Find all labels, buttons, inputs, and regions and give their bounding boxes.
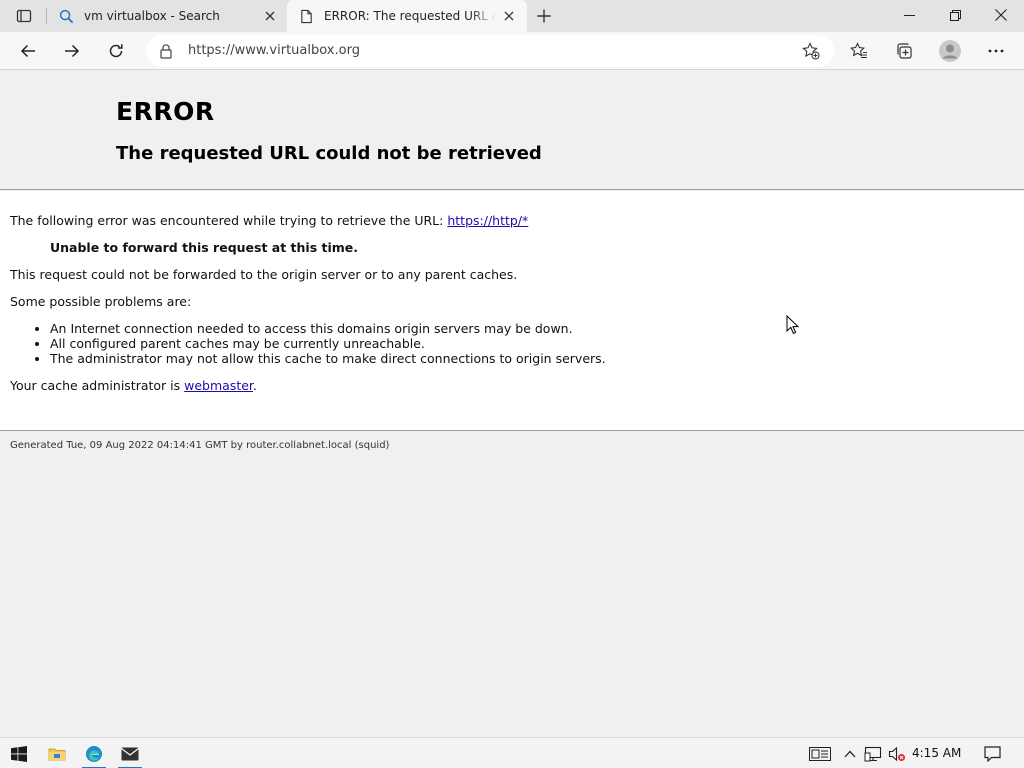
intro-text: The following error was encountered whil…: [10, 213, 448, 228]
back-button[interactable]: [12, 35, 44, 67]
edge-icon: [86, 745, 102, 762]
refresh-button[interactable]: [100, 35, 132, 67]
admin-line: Your cache administrator is webmaster.: [10, 378, 257, 393]
new-tab-button[interactable]: [533, 4, 555, 28]
minimize-button[interactable]: [886, 0, 932, 30]
close-window-button[interactable]: [978, 0, 1024, 30]
forward-text: This request could not be forwarded to t…: [10, 267, 518, 282]
favorites-icon: [850, 42, 867, 59]
forward-arrow-icon: [65, 44, 80, 58]
list-item: An Internet connection needed to access …: [50, 321, 606, 336]
admin-text: Your cache administrator is: [10, 378, 185, 393]
address-url[interactable]: https://www.virtualbox.org: [188, 35, 360, 67]
tab-title: ERROR: The requested URL could not be re…: [324, 9, 496, 23]
notification-icon: [983, 745, 1001, 762]
list-item: The administrator may not allow this cac…: [50, 351, 606, 366]
input-indicator-icon: [809, 746, 831, 761]
close-tab-icon[interactable]: [262, 8, 278, 24]
error-body: The following error was encountered whil…: [0, 191, 1024, 431]
page-title: ERROR: [116, 97, 215, 126]
webmaster-link[interactable]: webmaster: [184, 378, 253, 393]
settings-more-button[interactable]: [980, 35, 1012, 67]
edge-taskbar-button[interactable]: [78, 738, 110, 768]
add-favorite-icon[interactable]: [802, 42, 820, 60]
error-message: Unable to forward this request at this t…: [50, 240, 359, 255]
mouse-cursor-icon: [786, 315, 800, 335]
network-button[interactable]: [862, 738, 884, 768]
restore-button[interactable]: [932, 0, 978, 30]
close-icon: [995, 9, 1007, 21]
favorites-button[interactable]: [843, 35, 875, 67]
system-clock[interactable]: 4:15 AM: [912, 738, 961, 768]
show-hidden-icons-button[interactable]: [840, 738, 860, 768]
volume-muted-icon: [888, 746, 905, 761]
action-center-button[interactable]: [978, 738, 1006, 768]
network-icon: [864, 746, 882, 761]
input-indicator-button[interactable]: [805, 738, 835, 768]
browser-toolbar: https://www.virtualbox.org: [0, 32, 1024, 70]
file-explorer-icon: [48, 748, 66, 760]
back-arrow-icon: [20, 44, 35, 58]
start-icon: [11, 745, 27, 762]
collections-icon: [897, 43, 912, 59]
page-subtitle: The requested URL could not be retrieved: [116, 143, 542, 164]
close-tab-icon[interactable]: [501, 8, 517, 24]
start-button[interactable]: [4, 738, 34, 768]
mail-icon: [121, 747, 139, 760]
tab-search[interactable]: vm virtualbox - Search: [48, 0, 286, 32]
forward-button[interactable]: [56, 35, 88, 67]
lock-icon[interactable]: [158, 43, 174, 59]
minimize-icon: [903, 14, 915, 16]
taskbar: 4:15 AM: [0, 737, 1024, 768]
intro-line: The following error was encountered whil…: [10, 213, 528, 228]
more-icon: [988, 49, 1004, 53]
address-bar[interactable]: https://www.virtualbox.org: [146, 35, 834, 67]
collections-button[interactable]: [888, 35, 920, 67]
file-explorer-button[interactable]: [42, 738, 72, 768]
requested-url-link[interactable]: https://http/*: [447, 213, 528, 228]
avatar-icon: [939, 40, 961, 62]
volume-button[interactable]: [886, 738, 908, 768]
search-icon: [58, 8, 74, 24]
plus-icon: [537, 9, 551, 23]
admin-suffix: .: [252, 378, 257, 393]
tab-actions-button[interactable]: [8, 4, 40, 28]
generated-footer: Generated Tue, 09 Aug 2022 04:14:41 GMT …: [10, 440, 390, 451]
error-header: ERROR The requested URL could not be ret…: [0, 71, 1024, 190]
problems-list: An Internet connection needed to access …: [34, 321, 606, 366]
problems-heading: Some possible problems are:: [10, 294, 192, 309]
tab-separator: [46, 8, 47, 24]
tab-actions-icon: [16, 9, 32, 23]
list-item: All configured parent caches may be curr…: [50, 336, 606, 351]
tab-error-page[interactable]: ERROR: The requested URL could not be re…: [287, 0, 527, 32]
page-content: ERROR The requested URL could not be ret…: [0, 71, 1024, 737]
profile-button[interactable]: [934, 35, 966, 67]
mail-taskbar-button[interactable]: [114, 738, 146, 768]
page-icon: [298, 8, 314, 24]
restore-icon: [949, 9, 961, 21]
tab-title: vm virtualbox - Search: [84, 9, 220, 23]
tab-strip: vm virtualbox - Search ERROR: The reques…: [0, 0, 1024, 32]
refresh-icon: [109, 44, 123, 58]
chevron-up-icon: [844, 750, 856, 757]
